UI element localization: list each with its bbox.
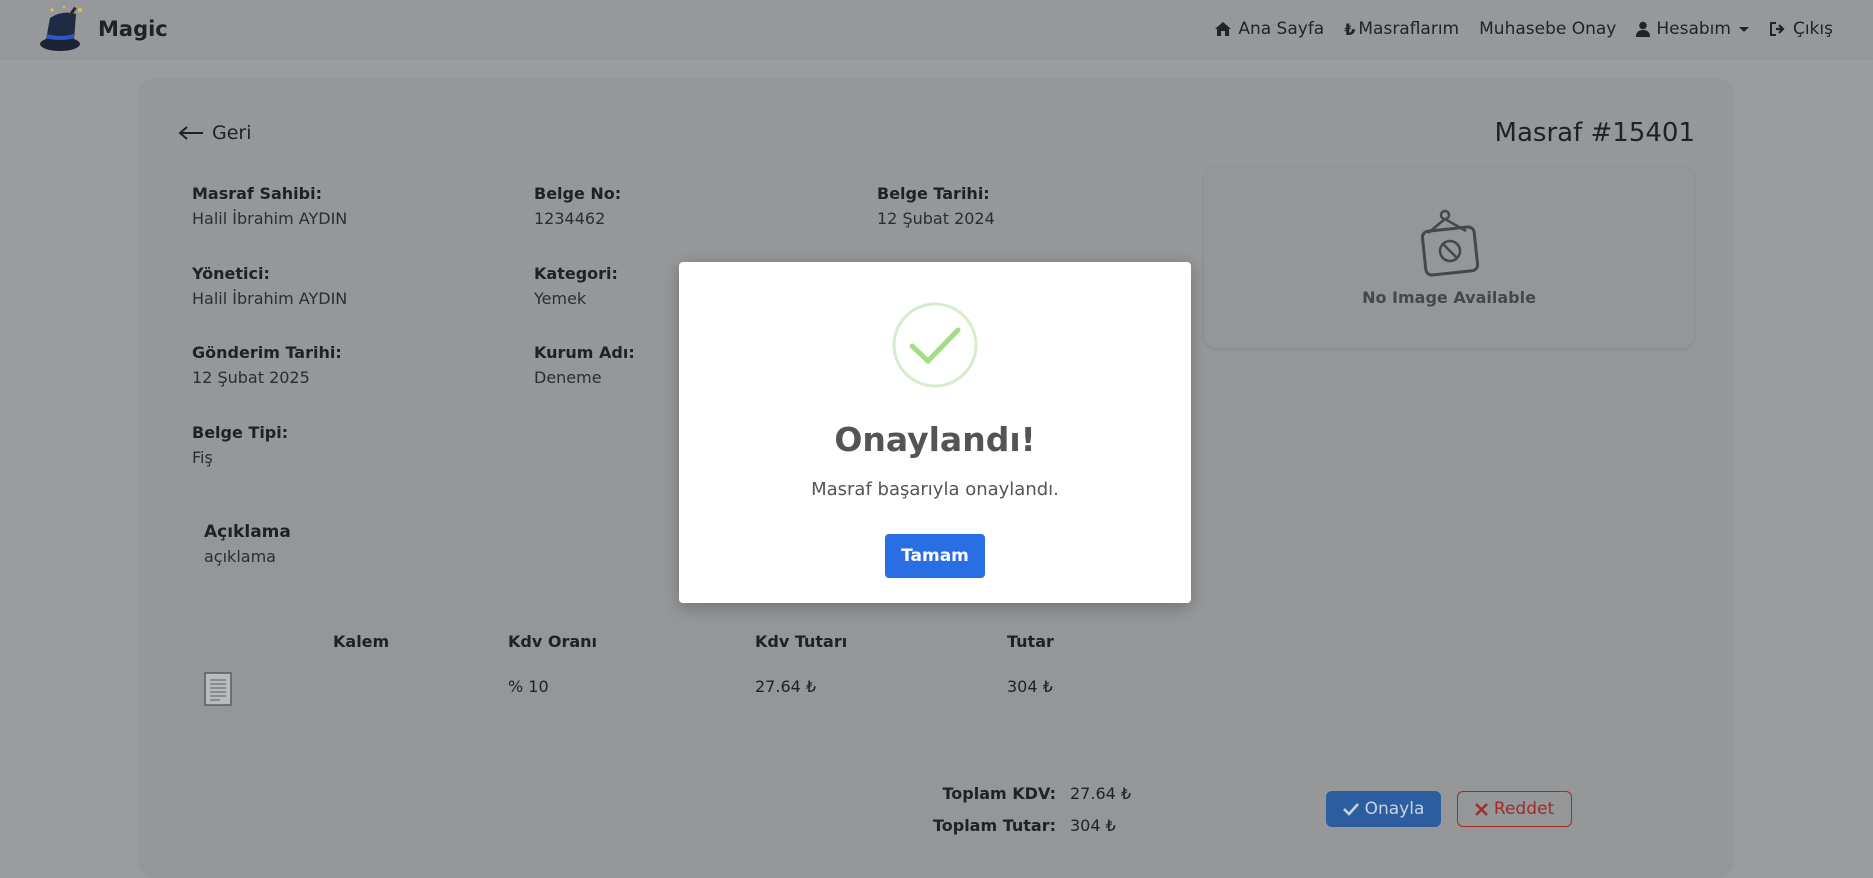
total-amount-value: 304 ₺: [1070, 816, 1116, 835]
sentdate-label: Gönderim Tarihi:: [192, 343, 342, 362]
field-owner: Masraf Sahibi: Halil İbrahim AYDIN: [192, 184, 347, 228]
document-icon[interactable]: [204, 672, 232, 706]
sentdate-value: 12 Şubat 2025: [192, 368, 310, 387]
cell-amount: 304 ₺: [1007, 677, 1053, 696]
reject-button[interactable]: Reddet: [1457, 791, 1572, 827]
field-category: Kategori: Yemek: [534, 264, 618, 308]
nav-links: Ana Sayfa ₺ Masraflarım Muhasebe Onay He…: [1194, 0, 1833, 58]
nav-expenses[interactable]: ₺ Masraflarım: [1344, 19, 1459, 39]
col-header-item: Kalem: [333, 632, 390, 651]
field-manager: Yönetici: Halil İbrahim AYDIN: [192, 264, 347, 308]
owner-label: Masraf Sahibi:: [192, 184, 322, 203]
nav-accounting-label: Muhasebe Onay: [1479, 19, 1617, 39]
check-icon: [1342, 803, 1359, 816]
doctype-value: Fiş: [192, 448, 213, 467]
col-header-vat-rate: Kdv Oranı: [508, 632, 598, 651]
total-vat-label: Toplam KDV:: [942, 784, 1057, 803]
nav-logout-label: Çıkış: [1792, 19, 1833, 39]
manager-label: Yönetici:: [192, 264, 270, 283]
description-label: Açıklama: [204, 522, 291, 542]
modal-ok-button[interactable]: Tamam: [885, 534, 985, 578]
nav-accounting[interactable]: Muhasebe Onay: [1479, 19, 1616, 39]
nav-account-label: Hesabım: [1656, 19, 1731, 39]
docdate-label: Belge Tarihi:: [877, 184, 990, 203]
nav-home-label: Ana Sayfa: [1238, 19, 1325, 39]
nav-logout[interactable]: Çıkış: [1769, 19, 1833, 39]
home-icon: [1214, 21, 1232, 37]
nav-home[interactable]: Ana Sayfa: [1214, 19, 1324, 39]
cell-vat-amount: 27.64 ₺: [755, 677, 817, 696]
approve-button[interactable]: Onayla: [1326, 791, 1441, 827]
manager-value: Halil İbrahim AYDIN: [192, 289, 348, 308]
total-amount-label: Toplam Tutar:: [932, 816, 1056, 835]
receipt-image-panel: No Image Available: [1204, 167, 1694, 348]
category-value: Yemek: [534, 289, 587, 308]
docno-value: 1234462: [534, 209, 606, 228]
items-table: Kalem Kdv Oranı Kdv Tutarı Tutar % 10 27…: [176, 606, 1180, 746]
field-institution: Kurum Adı: Deneme: [534, 343, 635, 387]
doctype-label: Belge Tipi:: [192, 423, 289, 442]
page-title: Masraf #15401: [1494, 118, 1695, 148]
field-doctype: Belge Tipi: Fiş: [192, 423, 288, 467]
category-label: Kategori:: [534, 264, 618, 283]
no-image-icon: [1420, 209, 1480, 277]
brand-name: Magic: [98, 17, 168, 41]
nav-expenses-label: Masraflarım: [1358, 19, 1460, 39]
nav-account-dropdown[interactable]: Hesabım: [1636, 19, 1749, 39]
reject-label: Reddet: [1493, 799, 1555, 819]
arrow-left-icon: [178, 126, 203, 140]
description-value: açıklama: [204, 547, 276, 566]
user-icon: [1636, 21, 1651, 37]
cell-vat-rate: % 10: [508, 677, 549, 696]
total-vat-value: 27.64 ₺: [1070, 784, 1132, 803]
modal-title: Onaylandı!: [834, 420, 1036, 459]
approve-label: Onayla: [1364, 799, 1425, 819]
field-docno: Belge No: 1234462: [534, 184, 621, 228]
lira-icon: ₺: [1344, 19, 1356, 39]
navbar: Magic Ana Sayfa ₺ Masraflarım Muhasebe O…: [0, 0, 1873, 58]
institution-value: Deneme: [534, 368, 602, 387]
no-image-text: No Image Available: [1362, 288, 1536, 307]
field-docdate: Belge Tarihi: 12 Şubat 2024: [877, 184, 995, 228]
owner-value: Halil İbrahim AYDIN: [192, 209, 348, 228]
docno-label: Belge No:: [534, 184, 622, 203]
brand[interactable]: Magic: [36, 4, 168, 54]
institution-label: Kurum Adı:: [534, 343, 635, 362]
logout-icon: [1769, 21, 1787, 37]
totals-box: Toplam KDV: 27.64 ₺ Toplam Tutar: 304 ₺: [176, 766, 1180, 854]
back-button[interactable]: Geri: [178, 122, 252, 144]
modal-text: Masraf başarıyla onaylandı.: [811, 479, 1059, 500]
field-sentdate: Gönderim Tarihi: 12 Şubat 2025: [192, 343, 342, 387]
docdate-value: 12 Şubat 2024: [877, 209, 995, 228]
back-label: Geri: [212, 122, 252, 144]
success-modal: Onaylandı! Masraf başarıyla onaylandı. T…: [679, 262, 1191, 603]
col-header-amount: Tutar: [1007, 632, 1054, 651]
magic-hat-logo-icon: [40, 5, 82, 51]
col-header-vat-amount: Kdv Tutarı: [755, 632, 848, 651]
close-icon: [1475, 802, 1488, 816]
success-check-icon: [892, 302, 978, 388]
chevron-down-icon: [1738, 26, 1749, 32]
